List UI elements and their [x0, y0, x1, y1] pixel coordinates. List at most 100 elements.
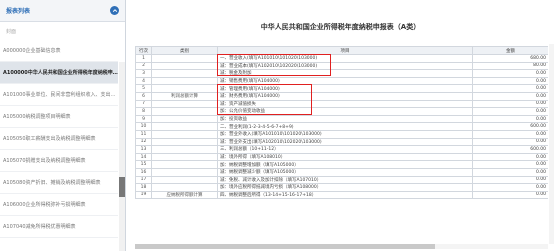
table-row: 17 减：免税、减计收入及加计扣除（填写A107010） 0.00 — [135, 175, 548, 185]
table-row: 15 加：纳税调整增加额（填写A105000） 0.00 — [135, 160, 548, 169]
item-cell: 加：投资收益 — [217, 114, 473, 124]
table-row: 7 减：资产减值损失 0.00 — [135, 99, 548, 109]
collapse-toggle-icon[interactable] — [110, 6, 119, 15]
report-item-a000000[interactable]: A000000企业基础信息表 — [0, 40, 118, 62]
item-cell: 加：营业外收入(填写A101010\101020\103000) — [217, 129, 473, 139]
item-cell: 加：纳税调整增加额（填写A105000） — [217, 160, 473, 169]
row-number-cell: 5 — [135, 84, 152, 93]
table-row: 8 加：公允价值变动收益 0.00 — [135, 107, 548, 116]
amount-input-cell[interactable]: 0.00 — [472, 114, 548, 124]
row-number-cell: 4 — [135, 76, 152, 86]
report-list-sidebar: 报表列表 封面 A000000企业基础信息表 A100000中华人民共和国企业所… — [0, 0, 126, 251]
horizontal-scrollbar[interactable] — [135, 244, 548, 249]
report-main-panel: 中华人民共和国企业所得税年度纳税申报表（A类） 行次 类别 项目 金额 1 一、营… — [127, 0, 554, 251]
row-number-cell: 15 — [135, 160, 152, 169]
item-cell: 四、纳税调整后所得（13-14+15-16-17+18） — [217, 190, 473, 200]
table-row: 4 减：销售费用(填写A104000) 0.00 — [135, 76, 548, 86]
amount-input-cell[interactable]: 0.00 — [472, 160, 548, 169]
row-number-cell: 8 — [135, 107, 152, 116]
table-row: 14 减：境外所得（填写A108010） 0.00 — [135, 152, 548, 162]
category-cell — [151, 183, 218, 192]
table-row: 2 减：营业成本(填写A102010\102020\103000) 80.00 — [135, 61, 548, 71]
table-row: 16 减：纳税调整减少额（填写A105000） 0.00 — [135, 167, 548, 177]
row-number-cell: 7 — [135, 99, 152, 109]
table-row: 11 加：营业外收入(填写A101010\101020\103000) 0.00 — [135, 129, 548, 139]
report-table-wrap: 行次 类别 项目 金额 1 一、营业收入(填写A101010\101020\103… — [135, 46, 548, 246]
amount-input-cell[interactable]: 0.00 — [472, 175, 548, 185]
item-cell: 减：境外所得（填写A108010） — [217, 152, 473, 162]
amount-input-cell[interactable]: 680.00 — [472, 54, 548, 63]
table-row: 10 二、营业利润(1-2-3-4-5-6-7+8+9) 600.00 — [135, 122, 548, 131]
amount-input-cell[interactable]: 80.00 — [472, 61, 548, 71]
item-cell: 减：营业外支出(填写A102010\102020\103000) — [217, 137, 473, 147]
row-number-cell: 19 — [135, 190, 152, 200]
amount-input-cell[interactable]: 0.00 — [472, 84, 548, 93]
highlight-box-expenses — [217, 84, 312, 115]
category-cell: 应纳税所得额计算 — [151, 190, 218, 200]
item-cell: 加：境外应税所得抵减境内亏损（填写A108000） — [217, 183, 473, 192]
table-row: 12 减：营业外支出(填写A102010\102020\103000) 0.00 — [135, 137, 548, 147]
amount-input-cell[interactable]: 0.00 — [472, 107, 548, 116]
sidebar-scrollbar[interactable] — [119, 62, 125, 251]
table-row: 1 一、营业收入(填写A101010\101020\103000) 680.00 — [135, 54, 548, 63]
category-cell — [151, 175, 218, 185]
amount-input-cell[interactable]: 0.00 — [472, 137, 548, 147]
sidebar-scrollbar-thumb[interactable] — [119, 177, 125, 197]
amount-input-cell[interactable]: 0.00 — [472, 69, 548, 78]
report-item-a105000[interactable]: A105000纳税调整项目明细表 — [0, 106, 118, 128]
category-cell — [151, 99, 218, 109]
table-row: 18 加：境外应税所得抵减境内亏损（填写A108000） 0.00 — [135, 183, 548, 192]
table-header-row: 行次 类别 项目 金额 — [135, 46, 548, 55]
row-number-cell: 18 — [135, 183, 152, 192]
amount-input-cell[interactable]: 0.00 — [472, 190, 548, 200]
row-number-cell: 1 — [135, 54, 152, 63]
item-cell: 二、营业利润(1-2-3-4-5-6-7+8+9) — [217, 122, 473, 131]
category-cell — [151, 137, 218, 147]
row-number-cell: 2 — [135, 61, 152, 71]
report-item-a105050[interactable]: A105050职工薪酬支出及纳税调整明细表 — [0, 128, 118, 150]
table-row: 13 三、利润总额（10+11-12） 600.00 — [135, 145, 548, 154]
amount-input-cell[interactable]: 0.00 — [472, 167, 548, 177]
report-item-a106000[interactable]: A106000企业所得税弥补亏损明细表 — [0, 194, 118, 216]
row-number-cell: 13 — [135, 145, 152, 154]
category-cell — [151, 152, 218, 162]
amount-input-cell[interactable]: 600.00 — [472, 145, 548, 154]
category-cell — [151, 145, 218, 154]
report-item-a100000[interactable]: A100000中华人民共和国企业所得税年度纳税申... — [0, 62, 118, 84]
amount-input-cell[interactable]: 0.00 — [472, 91, 548, 101]
category-cell — [151, 129, 218, 139]
report-item-a105070[interactable]: A105070捐赠支出及纳税调整明细表 — [0, 150, 118, 172]
category-cell — [151, 61, 218, 71]
header-amount: 金额 — [472, 46, 548, 55]
amount-input-cell[interactable]: 0.00 — [472, 183, 548, 192]
category-cell — [151, 114, 218, 124]
item-cell: 减：免税、减计收入及加计扣除（填写A107010） — [217, 175, 473, 185]
amount-input-cell[interactable]: 0.00 — [472, 129, 548, 139]
row-number-cell: 17 — [135, 175, 152, 185]
report-item-a107040[interactable]: A107040减免所得税优惠明细表 — [0, 216, 118, 238]
page-title: 中华人民共和国企业所得税年度纳税申报表（A类） — [260, 23, 421, 31]
report-item-a105080[interactable]: A105080资产折旧、摊销及纳税调整明细表 — [0, 172, 118, 194]
header-row-no: 行次 — [135, 46, 152, 55]
item-cell: 三、利润总额（10+11-12） — [217, 145, 473, 154]
row-number-cell: 14 — [135, 152, 152, 162]
main-scrollbar[interactable] — [549, 44, 554, 244]
row-number-cell: 11 — [135, 129, 152, 139]
header-category: 类别 — [151, 46, 218, 55]
category-cell — [151, 107, 218, 116]
sidebar-cover-item[interactable]: 封面 — [4, 24, 121, 38]
report-item-a101000[interactable]: A101000事业单位、民间非营利组织收入、支出明细表 — [0, 84, 118, 106]
table-row: 19 应纳税所得额计算 四、纳税调整后所得（13-14+15-16-17+18） 0.… — [135, 190, 548, 200]
table-row: 5 减：管理费用(填写A104000) 0.00 — [135, 84, 548, 93]
row-number-cell: 3 — [135, 69, 152, 78]
amount-input-cell[interactable]: 600.00 — [472, 122, 548, 131]
amount-input-cell[interactable]: 0.00 — [472, 99, 548, 109]
table-row: 9 加：投资收益 0.00 — [135, 114, 548, 124]
horizontal-scrollbar-thumb[interactable] — [135, 244, 435, 249]
amount-input-cell[interactable]: 0.00 — [472, 76, 548, 86]
table-body: 1 一、营业收入(填写A101010\101020\103000) 680.00 2 减… — [135, 54, 548, 200]
table-row: 3 减：税金及附加 0.00 — [135, 69, 548, 78]
tax-return-table: 行次 类别 项目 金额 1 一、营业收入(填写A101010\101020\103… — [135, 46, 548, 200]
amount-input-cell[interactable]: 0.00 — [472, 152, 548, 162]
category-cell — [151, 160, 218, 169]
